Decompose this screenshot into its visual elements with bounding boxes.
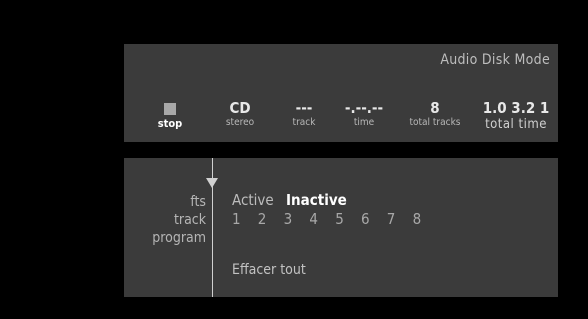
program-label: program (152, 230, 206, 246)
fts-option-active[interactable]: Active (232, 191, 274, 209)
track-item-3[interactable]: 3 (284, 210, 303, 228)
track-item-5[interactable]: 5 (335, 210, 354, 228)
track-row-label: track (173, 212, 206, 228)
stop-label: stop (157, 117, 183, 130)
screen: Audio Disk Mode stop CD stereo --- track… (0, 0, 588, 319)
mode-title: Audio Disk Mode (440, 52, 550, 68)
status-panel: Audio Disk Mode stop CD stereo --- track… (124, 44, 558, 142)
total-tracks-label: total tracks (409, 117, 461, 128)
total-time-label: total time (485, 117, 547, 132)
total-time-value: 1.0 3.2 1 (482, 99, 550, 117)
track-display: --- track (284, 100, 324, 129)
track-value: --- (295, 99, 313, 117)
total-tracks-value: 8 (430, 99, 440, 117)
arrow-down-icon (206, 178, 218, 188)
disc-type-value: CD (229, 99, 251, 117)
track-item-8[interactable]: 8 (413, 210, 432, 228)
stop-square-icon (164, 103, 176, 115)
total-time-display: 1.0 3.2 1 total time (474, 99, 558, 133)
time-label: time (353, 117, 375, 128)
fts-option-inactive[interactable]: Inactive (286, 191, 347, 209)
total-tracks-display: 8 total tracks (404, 100, 466, 129)
track-item-2[interactable]: 2 (258, 210, 277, 228)
disc-type-display: CD stereo (220, 100, 260, 129)
track-item-6[interactable]: 6 (361, 210, 380, 228)
track-item-1[interactable]: 1 (232, 210, 251, 228)
control-panel: fts track program Active Inactive 1 2 3 … (124, 158, 558, 297)
fts-label: fts (190, 194, 206, 210)
time-display: -.--.-- time (332, 100, 396, 129)
track-item-4[interactable]: 4 (309, 210, 328, 228)
stop-button[interactable]: stop (152, 100, 188, 130)
time-value: -.--.-- (344, 99, 384, 117)
fts-options: Active Inactive (232, 191, 355, 209)
track-item-7[interactable]: 7 (387, 210, 406, 228)
track-label: track (292, 117, 316, 128)
disc-type-label: stereo (225, 117, 255, 128)
clear-all-button[interactable]: Effacer tout (232, 262, 306, 278)
track-list: 1 2 3 4 5 6 7 8 (232, 210, 434, 228)
